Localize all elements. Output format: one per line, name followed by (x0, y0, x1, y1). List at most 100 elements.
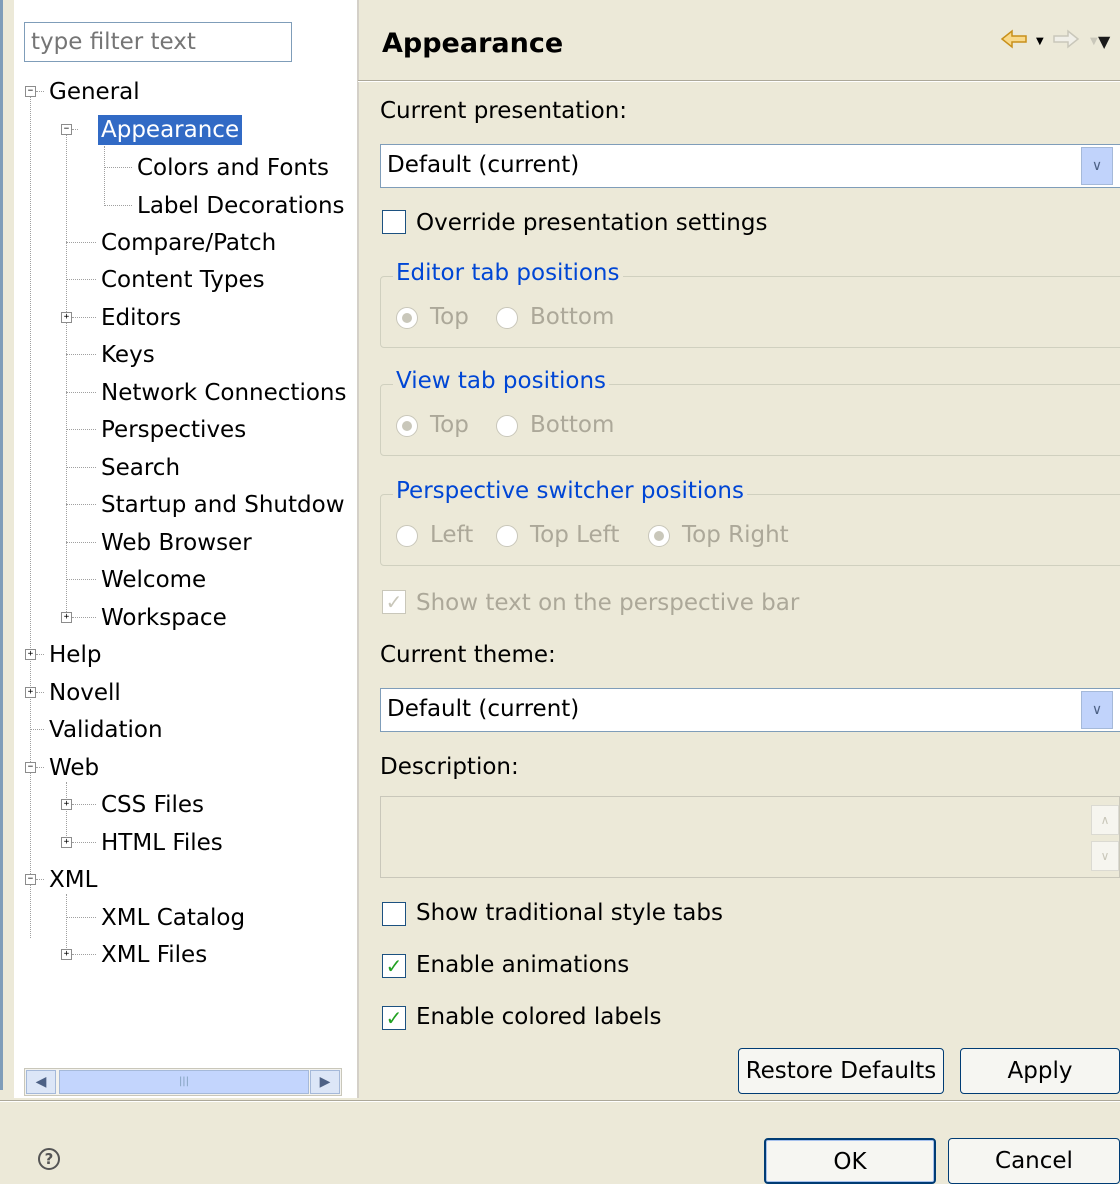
tree-item-web-browser[interactable]: Web Browser (14, 525, 344, 561)
view-tab-positions-group (380, 384, 1120, 456)
tree-item-label: Colors and Fonts (137, 155, 329, 181)
perspective-top-left-radio[interactable] (496, 525, 518, 547)
editor-top-label: Top (430, 304, 469, 330)
preferences-tree: − General − Appearance Colors and Fonts … (14, 72, 356, 1062)
scroll-right-icon[interactable]: ▶ (310, 1070, 340, 1094)
expand-icon[interactable]: + (25, 687, 36, 698)
view-top-label: Top (430, 412, 469, 438)
forward-arrow-icon (1052, 28, 1080, 55)
expand-icon[interactable]: + (61, 612, 72, 623)
collapse-icon[interactable]: − (61, 124, 72, 135)
tree-item-label: XML (49, 867, 98, 893)
tree-horizontal-scrollbar[interactable]: ◀ ||| ▶ (24, 1068, 342, 1096)
tree-item-keys[interactable]: Keys (14, 337, 344, 373)
traditional-tabs-label: Show traditional style tabs (416, 900, 723, 926)
tree-item-label: Compare/Patch (101, 230, 277, 256)
apply-button[interactable]: Apply (960, 1048, 1120, 1094)
perspective-switcher-title: Perspective switcher positions (393, 478, 747, 504)
show-text-checkbox[interactable]: ✓ (382, 590, 406, 614)
collapse-icon[interactable]: − (25, 86, 36, 97)
tree-item-label: Web Browser (101, 530, 252, 556)
colored-labels-label: Enable colored labels (416, 1004, 662, 1030)
view-bottom-radio[interactable] (496, 415, 518, 437)
perspective-top-right-radio[interactable] (648, 525, 670, 547)
tree-item-compare-patch[interactable]: Compare/Patch (14, 225, 344, 261)
scroll-up-icon[interactable]: ∧ (1091, 805, 1119, 835)
view-menu-icon[interactable]: ▼ (1098, 32, 1110, 51)
tree-item-workspace[interactable]: + Workspace (14, 600, 344, 636)
tree-item-startup-shutdown[interactable]: Startup and Shutdow (14, 487, 354, 523)
editor-tab-positions-title: Editor tab positions (393, 260, 623, 286)
expand-icon[interactable]: + (61, 837, 72, 848)
tree-item-html-files[interactable]: + HTML Files (14, 825, 344, 861)
tree-item-colors-fonts[interactable]: Colors and Fonts (14, 150, 344, 186)
editor-bottom-label: Bottom (530, 304, 615, 330)
collapse-icon[interactable]: − (25, 762, 36, 773)
back-arrow-icon[interactable] (1000, 28, 1028, 55)
animations-checkbox[interactable]: ✓ (382, 954, 406, 978)
scroll-down-icon[interactable]: ∨ (1091, 841, 1119, 871)
pane-divider[interactable] (356, 0, 359, 1098)
current-theme-select[interactable]: Default (current) ∨ (380, 688, 1120, 732)
animations-label: Enable animations (416, 952, 630, 978)
tree-item-perspectives[interactable]: Perspectives (14, 412, 344, 448)
tree-item-general[interactable]: − General (14, 74, 344, 110)
footer-separator (0, 1100, 1120, 1102)
cancel-button[interactable]: Cancel (948, 1138, 1120, 1184)
perspective-top-right-label: Top Right (682, 522, 789, 548)
tree-item-label: Keys (101, 342, 155, 368)
collapse-icon[interactable]: − (25, 874, 36, 885)
editor-bottom-radio[interactable] (496, 307, 518, 329)
current-theme-label: Current theme: (380, 642, 556, 668)
expand-icon[interactable]: + (25, 649, 36, 660)
perspective-left-radio[interactable] (396, 525, 418, 547)
tree-item-search[interactable]: Search (14, 450, 344, 486)
expand-icon[interactable]: + (61, 799, 72, 810)
tree-item-label: XML Catalog (101, 905, 246, 931)
help-icon[interactable]: ? (38, 1148, 60, 1170)
tree-item-web[interactable]: − Web (14, 750, 344, 786)
tree-item-novell[interactable]: + Novell (14, 675, 344, 711)
tree-item-label: Validation (49, 717, 163, 743)
tree-item-validation[interactable]: Validation (14, 712, 344, 748)
tree-item-label: XML Files (101, 942, 208, 968)
tree-item-xml[interactable]: − XML (14, 862, 344, 898)
perspective-left-label: Left (430, 522, 474, 548)
tree-item-network-connections[interactable]: Network Connections (14, 375, 354, 411)
chevron-down-icon[interactable]: ∨ (1081, 691, 1113, 729)
tree-item-help[interactable]: + Help (14, 637, 344, 673)
expand-icon[interactable]: + (61, 312, 72, 323)
tree-item-label: Appearance (96, 114, 244, 146)
tree-item-editors[interactable]: + Editors (14, 300, 344, 336)
view-bottom-label: Bottom (530, 412, 615, 438)
header-separator (358, 80, 1120, 82)
current-presentation-select[interactable]: Default (current) ∨ (380, 144, 1120, 188)
show-text-label: Show text on the perspective bar (416, 590, 800, 616)
scrollbar-thumb[interactable]: ||| (59, 1070, 309, 1094)
filter-input[interactable] (24, 22, 292, 62)
tree-item-content-types[interactable]: Content Types (14, 262, 344, 298)
tree-item-label: Content Types (101, 267, 265, 293)
tree-item-label: Workspace (101, 605, 227, 631)
tree-item-label: Web (49, 755, 100, 781)
tree-item-welcome[interactable]: Welcome (14, 562, 344, 598)
expand-icon[interactable]: + (61, 949, 72, 960)
scroll-left-icon[interactable]: ◀ (26, 1070, 56, 1094)
override-checkbox[interactable] (382, 210, 406, 234)
tree-item-label-decorations[interactable]: Label Decorations (14, 188, 345, 224)
ok-button[interactable]: OK (764, 1138, 936, 1184)
view-top-radio[interactable] (396, 415, 418, 437)
tree-item-xml-catalog[interactable]: XML Catalog (14, 900, 344, 936)
colored-labels-checkbox[interactable]: ✓ (382, 1006, 406, 1030)
tree-item-label: Editors (101, 305, 182, 331)
restore-defaults-button[interactable]: Restore Defaults (738, 1048, 944, 1094)
tree-item-xml-files[interactable]: + XML Files (14, 937, 344, 973)
editor-top-radio[interactable] (396, 307, 418, 329)
tree-item-label: Welcome (101, 567, 207, 593)
traditional-tabs-checkbox[interactable] (382, 902, 406, 926)
chevron-down-icon[interactable]: ∨ (1081, 147, 1113, 185)
tree-item-css-files[interactable]: + CSS Files (14, 787, 344, 823)
tree-item-appearance[interactable]: − Appearance (14, 112, 344, 148)
back-dropdown-icon[interactable]: ▼ (1036, 36, 1044, 47)
tree-item-label: Novell (49, 680, 121, 706)
